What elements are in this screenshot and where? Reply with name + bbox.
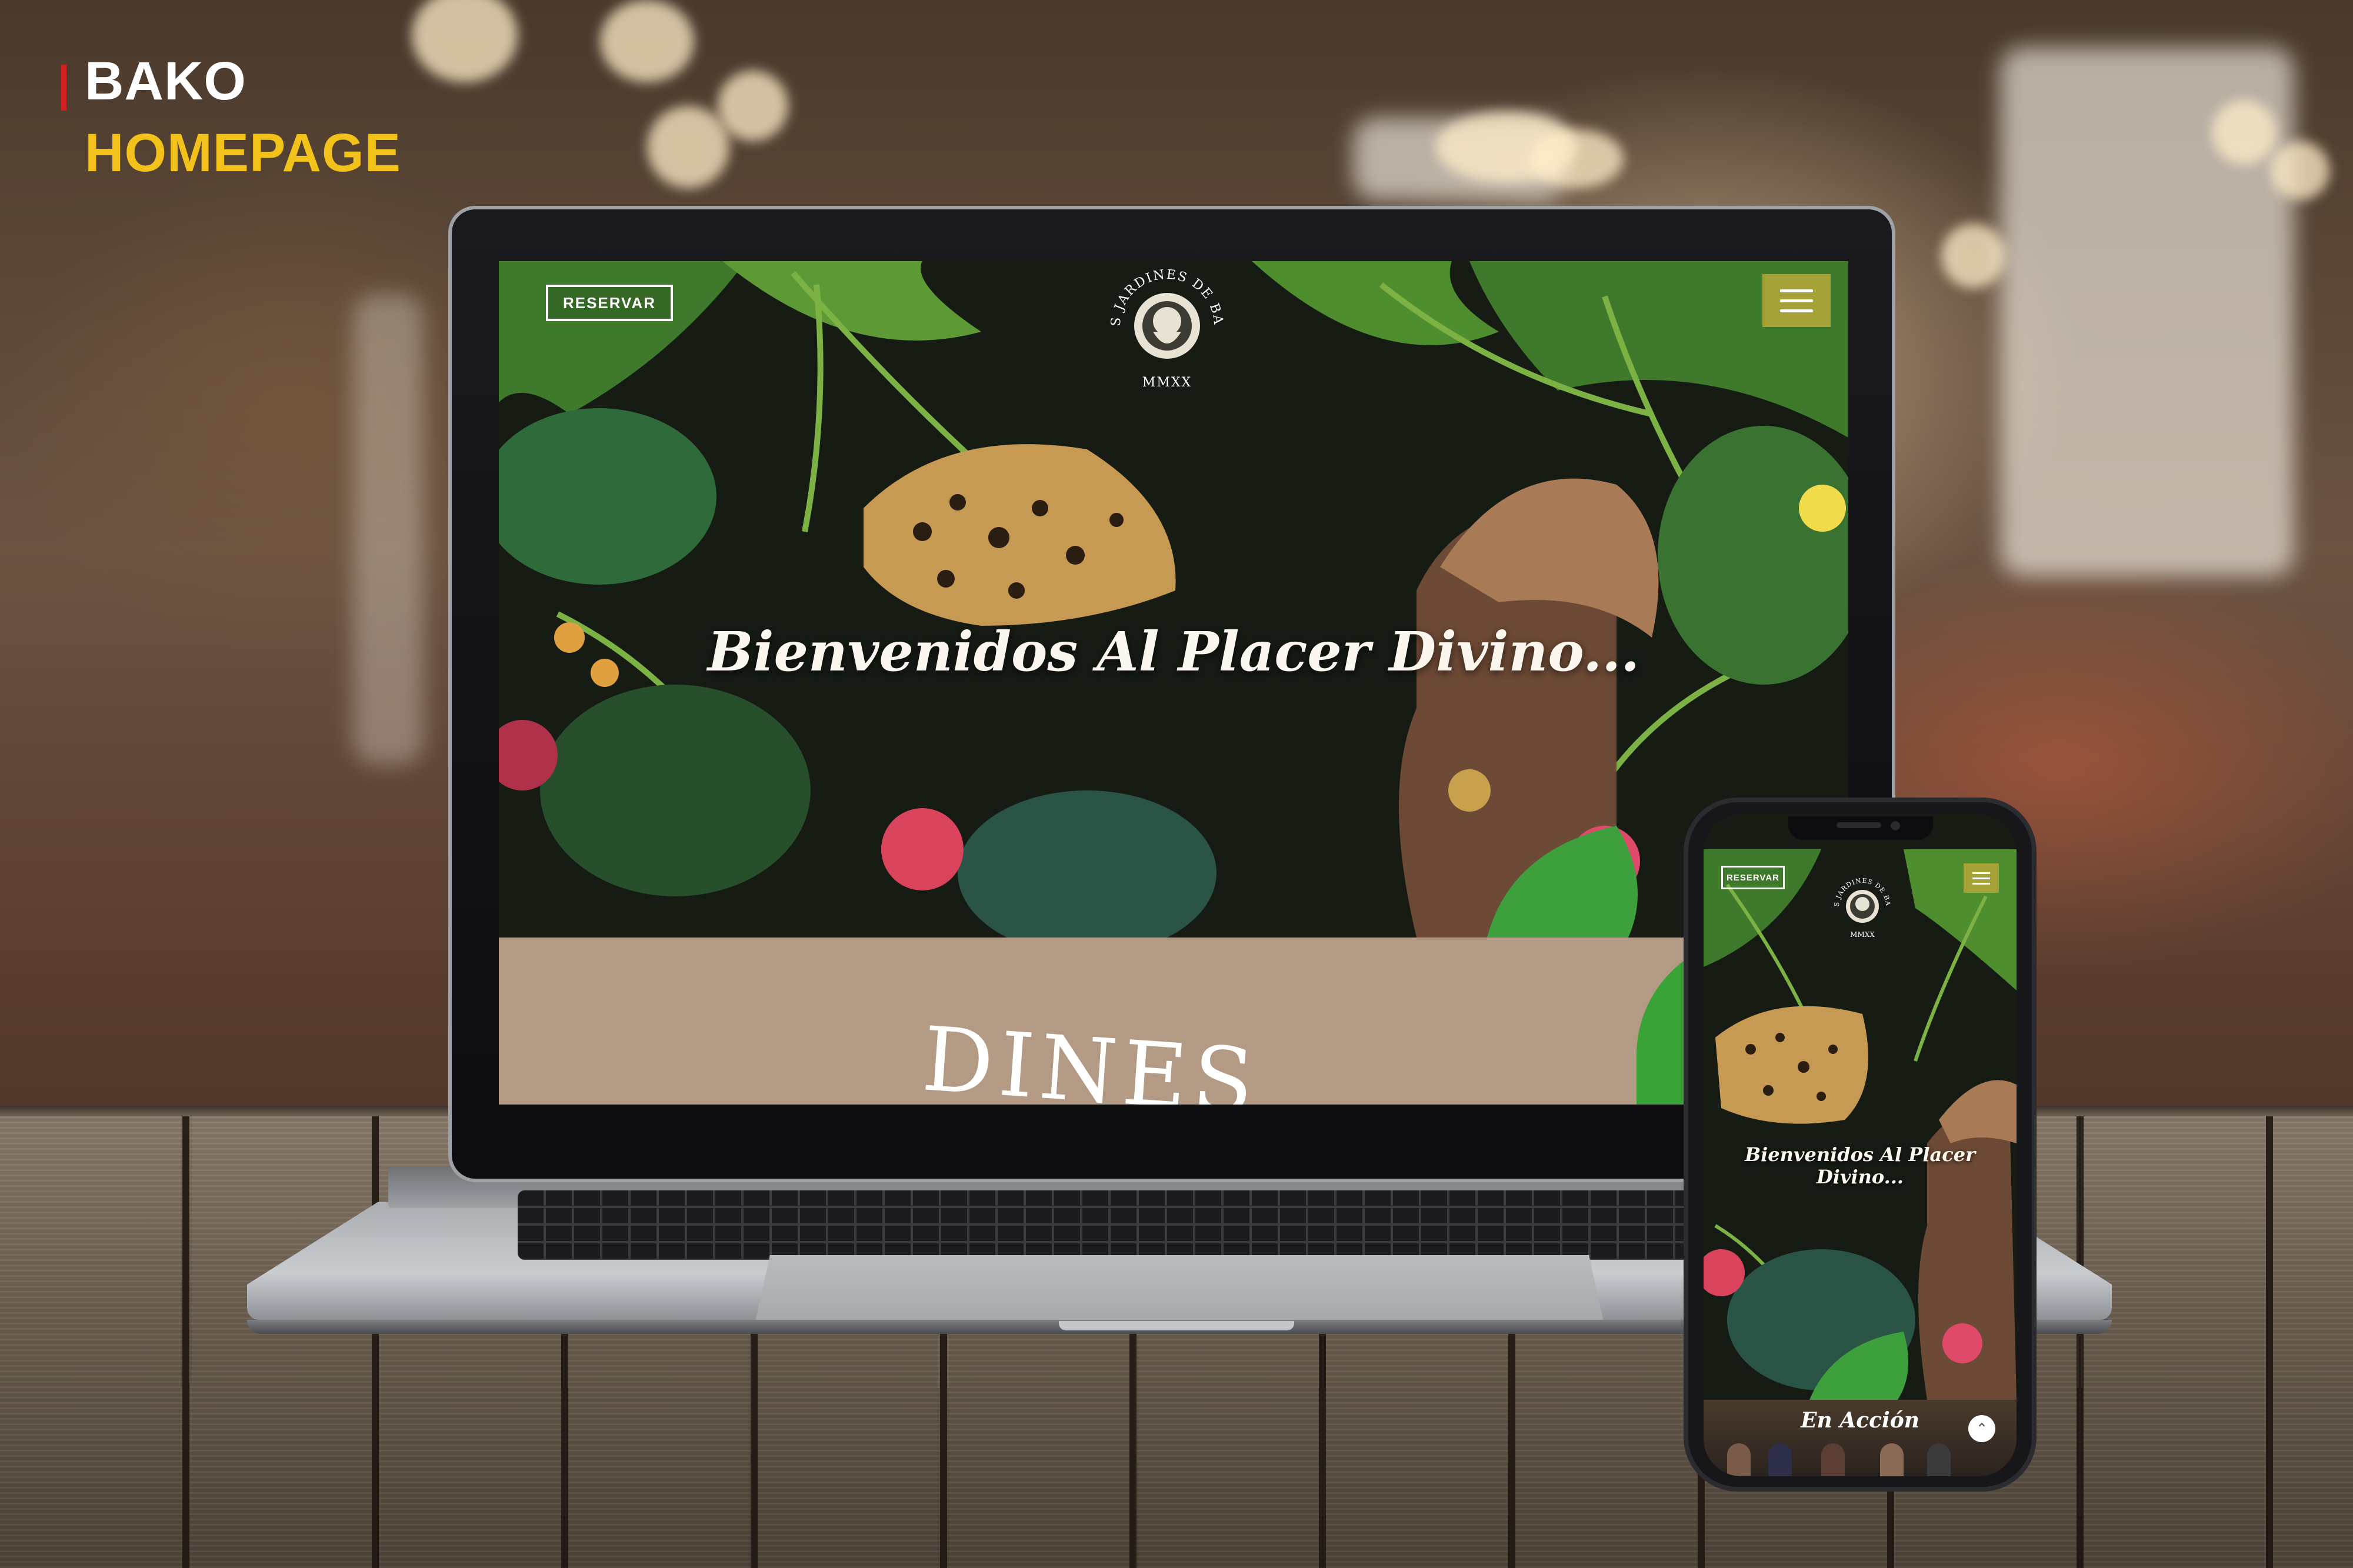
hamburger-menu-icon[interactable]	[1964, 863, 1999, 893]
brand-logo[interactable]: LOS JARDINES DE BAKO MMXX	[1833, 874, 1892, 945]
bokeh-light	[1941, 223, 2006, 288]
desktop-hero: RESERVAR LOS JARDINES DE BAKO MMXX Bienv…	[499, 261, 1848, 938]
photo-person	[1880, 1443, 1904, 1476]
bokeh-light	[412, 0, 518, 82]
en-accion-section: En Acción ⌃	[1704, 1400, 2017, 1476]
photo-person	[1727, 1443, 1751, 1476]
phone-screen: RESERVAR LOS JARDINES DE BAKO MMXX Bienv…	[1704, 814, 2017, 1476]
project-subtitle: HOMEPAGE	[85, 123, 401, 183]
reservar-button[interactable]: RESERVAR	[546, 285, 673, 321]
project-title: BAKO	[85, 51, 246, 111]
hero-headline: Bienvenidos Al Placer Divino...	[1745, 1143, 1975, 1188]
bokeh-light	[600, 0, 694, 82]
laptop-notch	[1059, 1321, 1294, 1330]
bokeh-light	[647, 106, 729, 188]
logo-year: MMXX	[1850, 930, 1875, 939]
reservar-button[interactable]: RESERVAR	[1721, 866, 1785, 889]
phone-camera	[1891, 821, 1900, 830]
bokeh-light	[2212, 100, 2277, 165]
laptop-keyboard	[518, 1190, 1841, 1260]
laptop-screen: RESERVAR LOS JARDINES DE BAKO MMXX Bienv…	[499, 261, 1848, 1105]
bokeh-light	[718, 71, 788, 141]
photo-person	[1821, 1443, 1845, 1476]
window-light	[353, 294, 424, 765]
brand-logo[interactable]: LOS JARDINES DE BAKO MMXX	[1108, 267, 1226, 402]
photo-person	[1768, 1443, 1792, 1476]
chevron-up-icon[interactable]: ⌃	[1968, 1415, 1995, 1442]
logo-year: MMXX	[1142, 375, 1192, 390]
phone-notch	[1788, 816, 1933, 840]
hamburger-menu-icon[interactable]	[1762, 274, 1831, 327]
phone-speaker	[1837, 822, 1881, 828]
about-section: DINES	[499, 938, 1848, 1105]
title-accent-bar	[61, 65, 66, 111]
bokeh-light	[1529, 129, 1624, 188]
section-logo-text: DINES	[919, 1008, 1263, 1105]
photo-person	[1927, 1443, 1951, 1476]
hero-headline: Bienvenidos Al Placer Divino...	[707, 620, 1640, 683]
mobile-hero: RESERVAR LOS JARDINES DE BAKO MMXX Bienv…	[1704, 814, 2017, 1400]
bokeh-light	[2271, 141, 2329, 200]
